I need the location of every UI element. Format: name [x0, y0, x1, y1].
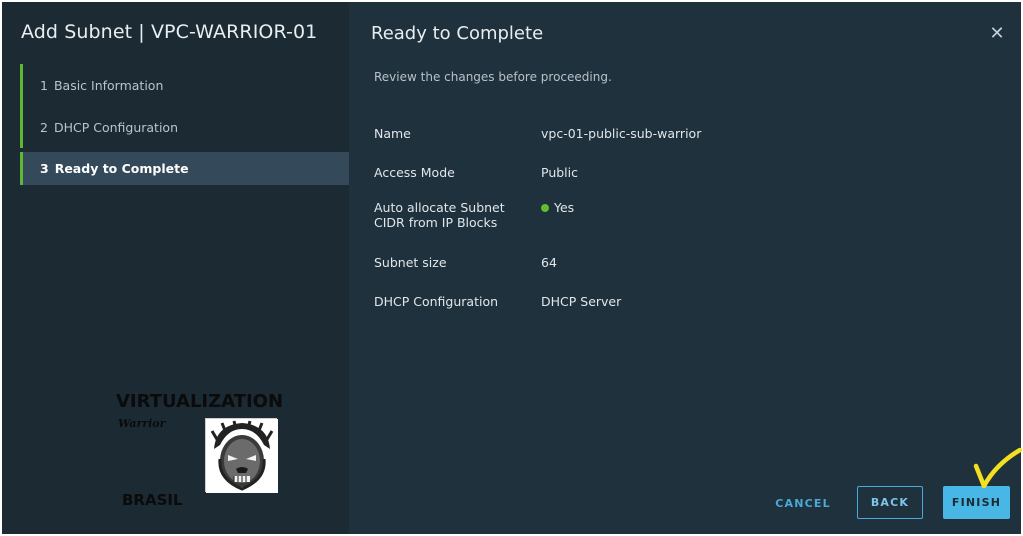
close-icon[interactable]: ✕: [989, 25, 1005, 43]
review-key: Auto allocate Subnet CIDR from IP Blocks: [374, 200, 541, 230]
review-key-line: CIDR from IP Blocks: [374, 215, 498, 230]
finish-button[interactable]: FINISH: [943, 486, 1010, 519]
step-label: DHCP Configuration: [53, 119, 178, 135]
step-number: 1: [40, 77, 48, 93]
review-summary: Name vpc-01-public-sub-warrior Access Mo…: [374, 126, 874, 324]
wizard-dialog: Add Subnet | VPC-WARRIOR-01 1 Basic Info…: [2, 2, 1021, 534]
review-key: Name: [374, 126, 411, 141]
logo-text: BRASIL: [122, 491, 183, 509]
step-dhcp-configuration[interactable]: 2 DHCP Configuration: [20, 106, 349, 148]
logo-text: VIRTUALIZATION: [116, 391, 284, 412]
virtualization-warrior-logo: VIRTUALIZATION Warrior BRASIL: [112, 387, 312, 517]
review-value: Public: [541, 165, 578, 180]
review-row-dhcp-configuration: DHCP Configuration DHCP Server: [374, 294, 874, 324]
page-subtitle: Review the changes before proceeding.: [374, 70, 612, 84]
review-row-auto-allocate: Auto allocate Subnet CIDR from IP Blocks…: [374, 200, 874, 255]
step-number: 3: [40, 161, 49, 176]
review-value: 64: [541, 255, 557, 270]
cancel-button[interactable]: CANCEL: [765, 487, 841, 520]
page-title: Ready to Complete: [371, 23, 544, 44]
review-row-subnet-size: Subnet size 64: [374, 255, 874, 294]
back-button[interactable]: BACK: [857, 486, 923, 519]
step-label: Basic Information: [53, 77, 164, 93]
wizard-sidebar: Add Subnet | VPC-WARRIOR-01 1 Basic Info…: [2, 2, 349, 534]
step-number: 2: [40, 119, 48, 135]
review-key: DHCP Configuration: [374, 294, 499, 309]
wizard-content: Ready to Complete ✕ Review the changes b…: [349, 2, 1021, 534]
review-value: DHCP Server: [541, 294, 622, 309]
review-row-access-mode: Access Mode Public: [374, 165, 874, 200]
review-value-text: Yes: [554, 200, 575, 215]
review-key: Subnet size: [374, 255, 447, 270]
status-dot-icon: [541, 203, 549, 212]
wizard-title: Add Subnet | VPC-WARRIOR-01: [21, 21, 318, 43]
review-value: vpc-01-public-sub-warrior: [541, 126, 702, 141]
checkmark-annotation-icon: [973, 447, 1022, 489]
step-basic-information[interactable]: 1 Basic Information: [20, 64, 349, 106]
logo-text: Warrior: [118, 417, 166, 430]
review-row-name: Name vpc-01-public-sub-warrior: [374, 126, 874, 165]
wizard-steps: 1 Basic Information 2 DHCP Configuration…: [20, 64, 349, 185]
step-label: Ready to Complete: [54, 161, 189, 176]
review-key: Access Mode: [374, 165, 455, 180]
review-key-line: Auto allocate Subnet: [374, 200, 505, 215]
review-value: Yes: [541, 200, 574, 215]
warrior-mask-icon: [205, 418, 278, 493]
step-ready-to-complete[interactable]: 3 Ready to Complete: [20, 152, 349, 185]
